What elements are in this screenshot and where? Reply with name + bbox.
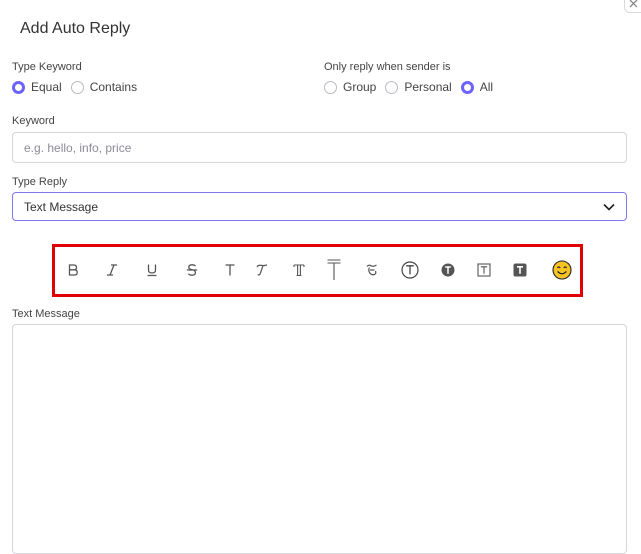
radio-label: Personal <box>404 80 452 94</box>
sans-serif-button[interactable] <box>219 259 241 281</box>
underline-icon <box>147 264 157 277</box>
strikethrough-icon <box>186 264 198 276</box>
type-reply-selected-value: Text Message <box>24 199 99 214</box>
negative-squared-t-icon <box>513 263 527 277</box>
chevron-down-icon <box>603 203 615 211</box>
overline-t-icon <box>327 259 341 280</box>
keyword-input[interactable] <box>12 132 627 163</box>
radio-equal[interactable]: Equal <box>12 80 62 94</box>
modal-title: Add Auto Reply <box>20 20 131 37</box>
script-button[interactable] <box>251 259 273 281</box>
type-keyword-label: Type Keyword <box>12 61 82 73</box>
italic-button[interactable] <box>101 259 123 281</box>
sender-filter-radio-group: Group Personal All <box>324 78 502 96</box>
double-struck-button[interactable] <box>288 259 310 281</box>
overline-t-button[interactable] <box>323 259 345 281</box>
keyword-label: Keyword <box>12 115 55 127</box>
strikethrough-button[interactable] <box>181 259 203 281</box>
negative-circled-t-button[interactable] <box>437 259 459 281</box>
script-t-icon <box>256 264 268 276</box>
radio-indicator <box>324 80 337 94</box>
type-keyword-radio-group: Equal Contains <box>12 78 146 96</box>
underline-button[interactable] <box>141 259 163 281</box>
emoji-button[interactable] <box>551 259 573 281</box>
radio-indicator <box>385 80 399 94</box>
formatting-toolbar <box>52 244 583 297</box>
auto-reply-modal: Add Auto Reply Type Keyword Equal Contai… <box>0 0 641 554</box>
radio-indicator <box>70 80 84 94</box>
fraktur-t-icon <box>366 264 377 276</box>
radio-label: Group <box>343 80 377 94</box>
close-icon <box>629 0 637 7</box>
radio-group[interactable]: Group <box>324 80 376 94</box>
text-message-textarea[interactable] <box>12 324 627 554</box>
text-message-label: Text Message <box>12 308 80 320</box>
radio-label: All <box>479 80 494 94</box>
smiley-emoji-icon <box>552 260 572 280</box>
circled-t-icon <box>401 261 419 279</box>
italic-icon <box>107 264 117 276</box>
type-reply-label: Type Reply <box>12 176 68 188</box>
radio-label: Contains <box>89 80 138 94</box>
radio-contains[interactable]: Contains <box>70 80 138 94</box>
radio-indicator <box>460 80 474 94</box>
type-reply-select[interactable]: Text Message <box>12 192 627 221</box>
radio-all[interactable]: All <box>460 80 494 94</box>
negative-circled-t-icon <box>441 263 455 277</box>
circled-t-button[interactable] <box>399 259 421 281</box>
bold-icon <box>68 264 78 276</box>
close-button[interactable] <box>624 0 641 13</box>
bold-button[interactable] <box>62 259 84 281</box>
squared-t-icon <box>477 263 491 277</box>
negative-squared-t-button[interactable] <box>509 259 531 281</box>
sans-serif-t-icon <box>225 264 235 276</box>
radio-label: Equal <box>31 80 62 94</box>
fraktur-button[interactable] <box>361 259 383 281</box>
sender-filter-label: Only reply when sender is <box>324 61 451 73</box>
radio-personal[interactable]: Personal <box>385 80 452 94</box>
squared-t-button[interactable] <box>473 259 495 281</box>
radio-indicator <box>12 80 25 94</box>
double-struck-t-icon <box>293 264 305 277</box>
